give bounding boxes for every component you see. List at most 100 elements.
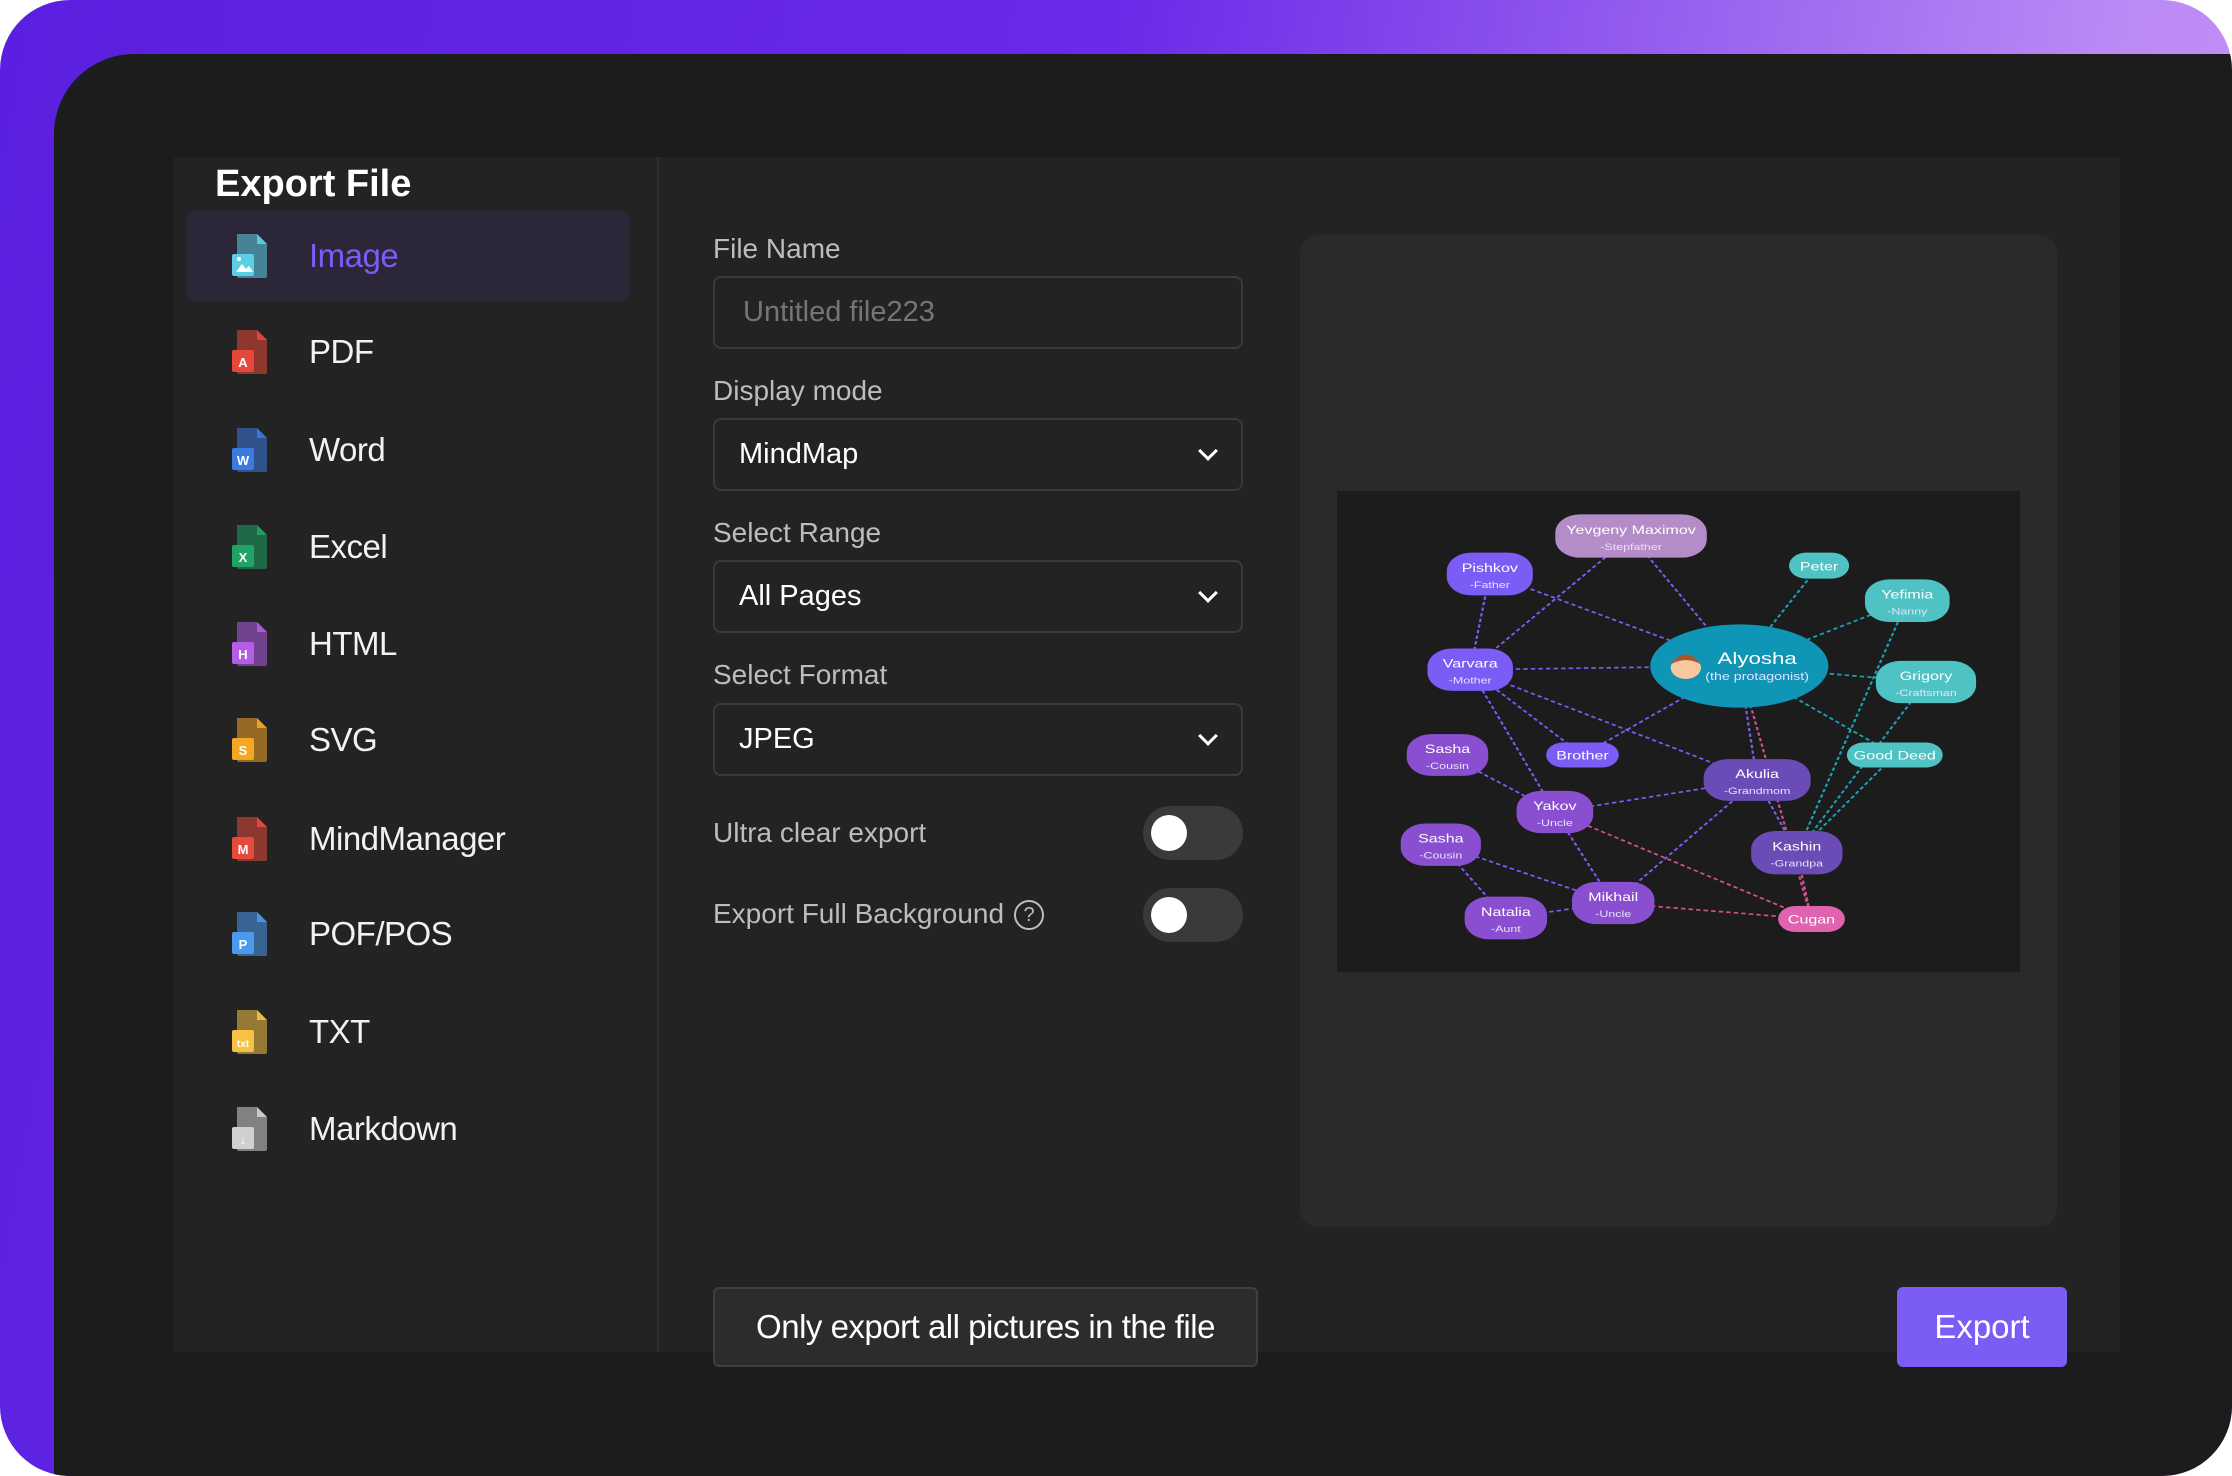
- mindmap-node-title: Sasha: [1418, 833, 1464, 847]
- mindmap-node-title: Cugan: [1788, 914, 1835, 928]
- mindmap-node-title: Natalia: [1481, 906, 1531, 920]
- mindmap-node-subtitle: (the protagonist): [1705, 671, 1809, 683]
- svg-text:A: A: [238, 355, 248, 370]
- mindmap-node-subtitle: -Craftsman: [1895, 688, 1957, 698]
- pdf-file-icon: A: [232, 330, 267, 374]
- mindmap-node-subtitle: -Father: [1470, 580, 1511, 590]
- chevron-down-icon: [1198, 726, 1218, 746]
- mindmap-node-subtitle: -Grandmom: [1724, 786, 1790, 796]
- full-background-toggle[interactable]: [1143, 888, 1243, 942]
- export-button[interactable]: Export: [1897, 1287, 2067, 1367]
- help-icon[interactable]: ?: [1014, 900, 1045, 930]
- mindmap-node-title: Mikhail: [1588, 891, 1638, 905]
- mindmap-node-title: Yefimia: [1881, 589, 1933, 603]
- file-name-input[interactable]: [713, 276, 1243, 349]
- mindmap-node: Pishkov -Father: [1446, 552, 1533, 596]
- mindmap-node-title: Brother: [1556, 750, 1609, 764]
- svg-text:X: X: [239, 550, 248, 565]
- mindmanager-file-icon: M: [232, 817, 267, 861]
- svg-text:M: M: [238, 842, 249, 857]
- mindmap-node-title: Grigory: [1900, 670, 1954, 684]
- mindmap-node-title: Good Deed: [1854, 750, 1936, 764]
- image-file-icon: [232, 234, 267, 278]
- select-format-label: Select Format: [713, 659, 888, 690]
- ultra-clear-label: Ultra clear export: [713, 817, 927, 848]
- mindmap-node-subtitle: -Grandpa: [1770, 859, 1824, 869]
- mindmap-node: Yefimia -Nanny: [1864, 579, 1950, 622]
- sidebar-item-label: HTML: [309, 625, 397, 662]
- select-range-select[interactable]: All Pages: [713, 560, 1243, 633]
- mindmap-node-subtitle: -Aunt: [1491, 924, 1521, 934]
- select-range-label: Select Range: [713, 517, 882, 548]
- export-dialog: Export File Image A PDF W Word X Excel H…: [174, 157, 2120, 1367]
- display-mode-value: MindMap: [739, 438, 859, 470]
- mindmap-node-title: Varvara: [1443, 658, 1498, 672]
- sidebar-item-pofpos[interactable]: P POF/POS: [186, 888, 630, 980]
- svg-text:W: W: [237, 453, 250, 468]
- mindmap-node-title: Akulia: [1735, 768, 1779, 782]
- sidebar-item-label: Excel: [309, 528, 388, 565]
- chevron-down-icon: [1198, 441, 1218, 461]
- sidebar-item-label: Markdown: [309, 1110, 458, 1147]
- format-sidebar: Export File Image A PDF W Word X Excel H…: [174, 157, 659, 1352]
- mindmap-node-subtitle: -Uncle: [1537, 818, 1573, 828]
- sidebar-item-word[interactable]: W Word: [186, 404, 630, 496]
- svg-file-icon: S: [232, 718, 267, 762]
- sidebar-item-label: TXT: [309, 1013, 370, 1050]
- file-name-label: File Name: [713, 233, 841, 264]
- mindmap-node: Sasha -Cousin: [1406, 734, 1489, 776]
- sidebar-item-markdown[interactable]: ↓ Markdown: [186, 1083, 630, 1175]
- sidebar-item-label: POF/POS: [309, 915, 453, 952]
- svg-text:S: S: [239, 743, 248, 758]
- sidebar-item-label: Image: [309, 237, 399, 274]
- mindmap-node: Alyosha (the protagonist): [1650, 624, 1829, 708]
- html-file-icon: H: [232, 622, 267, 666]
- toggle-knob: [1151, 815, 1187, 851]
- mindmap-edge: [1469, 669, 1556, 813]
- svg-text:P: P: [239, 937, 248, 952]
- mindmap-node-subtitle: -Nanny: [1887, 607, 1928, 617]
- sidebar-item-html[interactable]: H HTML: [186, 598, 630, 690]
- mindmap-node: Yakov -Uncle: [1516, 790, 1594, 834]
- sidebar-item-svg[interactable]: S SVG: [186, 694, 630, 786]
- toggle-knob: [1151, 897, 1187, 933]
- mindmap-node: Sasha -Cousin: [1400, 823, 1481, 866]
- mindmap-node-subtitle: -Mother: [1449, 676, 1492, 686]
- sidebar-item-label: MindManager: [309, 820, 506, 857]
- mindmap-node-title: Kashin: [1772, 841, 1821, 855]
- select-format-select[interactable]: JPEG: [713, 703, 1243, 776]
- full-background-label-row: Export Full Background?: [713, 898, 1045, 930]
- svg-text:txt: txt: [237, 1039, 250, 1050]
- mindmap-node: Peter: [1788, 552, 1850, 579]
- mindmap-node-title: Yevgeny Maximov: [1566, 524, 1697, 538]
- excel-file-icon: X: [232, 525, 267, 569]
- display-mode-select[interactable]: MindMap: [713, 418, 1243, 491]
- word-file-icon: W: [232, 428, 267, 472]
- export-pictures-only-button[interactable]: Only export all pictures in the file: [713, 1287, 1258, 1367]
- select-range-value: All Pages: [739, 580, 862, 612]
- sidebar-item-mindmanager[interactable]: M MindManager: [186, 793, 630, 885]
- mindmap-node-subtitle: -Cousin: [1426, 761, 1469, 771]
- mindmap-node: Kashin -Grandpa: [1751, 831, 1843, 875]
- sidebar-item-image[interactable]: Image: [186, 210, 630, 302]
- preview-panel: Yevgeny Maximov -Stepfather Pishkov -Father…: [1300, 235, 2057, 1227]
- mindmap-node-title: Pishkov: [1462, 562, 1519, 576]
- full-background-label: Export Full Background: [713, 898, 1005, 929]
- mindmap-preview-image: Yevgeny Maximov -Stepfather Pishkov -Father…: [1337, 491, 2020, 972]
- sidebar-item-label: SVG: [309, 721, 378, 758]
- app-window: Export File Image A PDF W Word X Excel H…: [54, 54, 2232, 1476]
- chevron-down-icon: [1198, 583, 1218, 603]
- sidebar-item-txt[interactable]: txt TXT: [186, 986, 630, 1078]
- mindmap-node-title: Yakov: [1533, 800, 1577, 814]
- mindmap-node: Mikhail -Uncle: [1572, 881, 1655, 925]
- mindmap-node: Cugan: [1778, 906, 1845, 932]
- mindmap-node-subtitle: -Cousin: [1419, 851, 1462, 861]
- sidebar-item-pdf[interactable]: A PDF: [186, 306, 630, 398]
- mindmap-node: Grigory -Craftsman: [1875, 660, 1977, 704]
- mindmap-svg: Yevgeny Maximov -Stepfather Pishkov -Father…: [1400, 514, 1977, 940]
- ultra-clear-toggle[interactable]: [1143, 806, 1243, 860]
- mindmap-node-subtitle: -Uncle: [1595, 909, 1631, 919]
- mindmap-edge: [1795, 600, 1909, 853]
- sidebar-item-excel[interactable]: X Excel: [186, 501, 630, 593]
- mindmap-node: Natalia -Aunt: [1464, 896, 1548, 940]
